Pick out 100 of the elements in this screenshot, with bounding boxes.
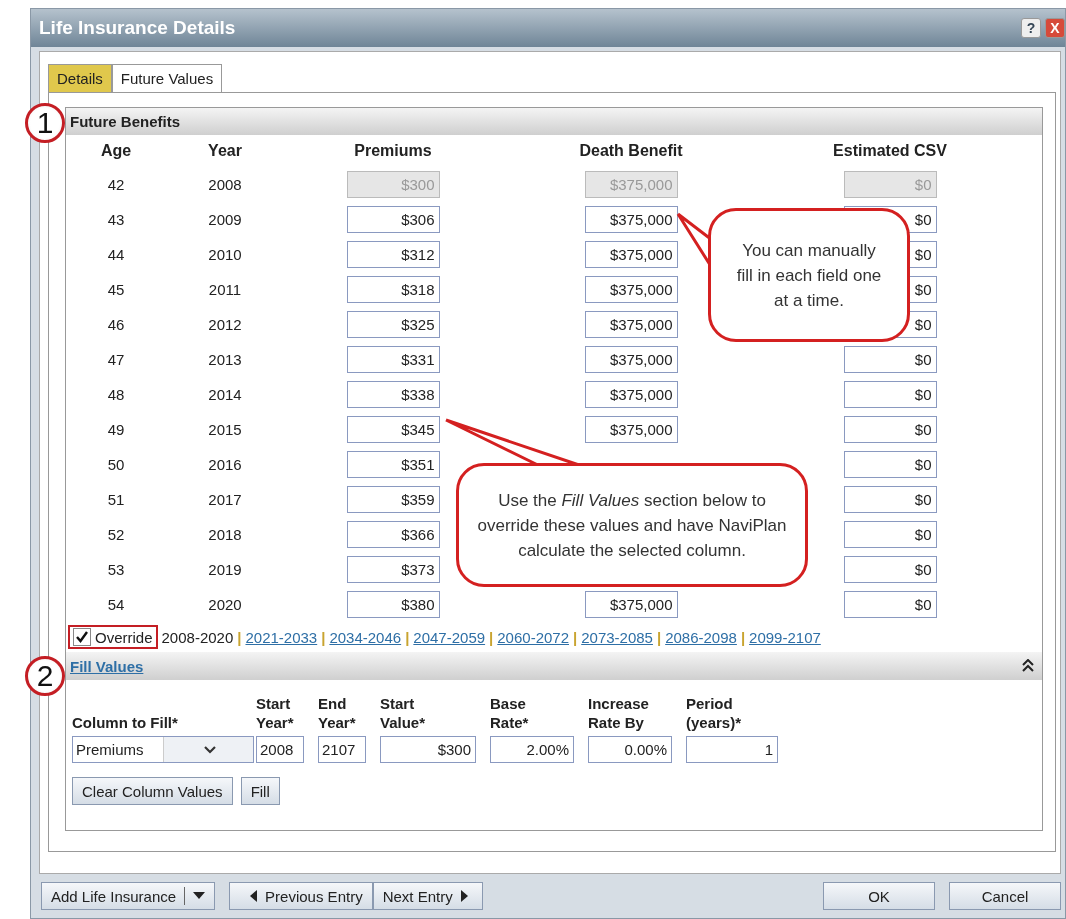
table-cell-text: 43 xyxy=(106,211,126,228)
fill-values-link[interactable]: Fill Values xyxy=(70,657,144,675)
separator: | xyxy=(656,628,662,646)
field-label: Column to Fill* xyxy=(72,713,179,732)
table-cell-text: 42 xyxy=(106,176,126,193)
tab[interactable]: Future Values xyxy=(111,64,223,92)
death-benefit-field[interactable]: $375,000 xyxy=(584,346,678,373)
year-range-link[interactable]: 2008-2020 xyxy=(161,628,234,646)
table-cell-text: 48 xyxy=(106,386,126,403)
close-button[interactable]: X xyxy=(1045,18,1065,38)
input-field[interactable]: 2008 xyxy=(256,736,304,763)
check-icon xyxy=(75,630,89,644)
year-range-link[interactable]: 2073-2085 xyxy=(581,628,653,646)
field-label: Start Value* xyxy=(380,694,427,732)
premium-field[interactable]: $306 xyxy=(346,206,440,233)
input-field[interactable]: 2.00% xyxy=(490,736,574,763)
year-range-link[interactable]: 2034-2046 xyxy=(329,628,402,646)
table-cell-text: 2019 xyxy=(207,561,243,578)
column-header: Age xyxy=(99,142,133,160)
death-benefit-field[interactable]: $375,000 xyxy=(584,381,678,408)
premium-field[interactable]: $359 xyxy=(346,486,440,513)
add-button[interactable]: Add Life Insurance xyxy=(41,882,216,910)
table-cell-text: 2017 xyxy=(207,491,243,508)
premium-field[interactable]: $351 xyxy=(346,451,440,478)
separator: | xyxy=(321,628,326,646)
death-benefit-field[interactable]: $375,000 xyxy=(584,591,678,618)
field-label: Increase Rate By xyxy=(588,694,650,732)
table-cell-text: 2011 xyxy=(207,281,243,298)
separator: | xyxy=(573,628,578,646)
csv-field[interactable]: $0 xyxy=(843,521,937,548)
table-cell-text: 2012 xyxy=(207,316,243,333)
column-select[interactable]: Premiums xyxy=(72,736,254,763)
table-cell-text: 2020 xyxy=(207,596,243,613)
csv-field[interactable]: $0 xyxy=(843,486,937,513)
help-button[interactable]: ? xyxy=(1021,18,1041,38)
table-cell-text: 2014 xyxy=(207,386,243,403)
input-field[interactable]: 2107 xyxy=(318,736,366,763)
callout-tooltip: You can manually fill in each field one at a time. xyxy=(708,208,910,342)
table-cell-text: 44 xyxy=(106,246,126,263)
premium-field[interactable]: $325 xyxy=(346,311,440,338)
year-range-link[interactable]: 2099-2107 xyxy=(749,628,821,646)
table-cell-text: 45 xyxy=(106,281,126,298)
year-range-link[interactable]: 2047-2059 xyxy=(413,628,486,646)
cancel-button[interactable]: Cancel xyxy=(949,882,1061,910)
override-label: Override xyxy=(95,628,153,646)
separator: | xyxy=(237,628,242,646)
table-cell-text: 52 xyxy=(106,526,126,543)
table-cell-text: 49 xyxy=(106,421,126,438)
input-field[interactable]: 0.00% xyxy=(588,736,672,763)
premium-field[interactable]: $366 xyxy=(346,521,440,548)
action-button[interactable]: Clear Column Values xyxy=(72,777,233,805)
ok-button[interactable]: OK xyxy=(823,882,935,910)
next-button[interactable]: Next Entry xyxy=(372,882,483,910)
table-cell-text: 53 xyxy=(106,561,126,578)
death-benefit-field[interactable]: $375,000 xyxy=(584,241,678,268)
csv-field[interactable]: $0 xyxy=(843,381,937,408)
year-range-link[interactable]: 2086-2098 xyxy=(665,628,737,646)
table-cell-text: 2016 xyxy=(207,456,243,473)
table-cell-text: 2008 xyxy=(207,176,243,193)
premium-field[interactable]: $318 xyxy=(346,276,440,303)
action-button[interactable]: Fill xyxy=(240,777,280,805)
csv-field[interactable]: $0 xyxy=(843,556,937,583)
year-range-link[interactable]: 2021-2033 xyxy=(245,628,318,646)
premium-field[interactable]: $380 xyxy=(346,591,440,618)
csv-field[interactable]: $0 xyxy=(843,416,937,443)
csv-field[interactable]: $0 xyxy=(843,346,937,373)
chevron-down-icon xyxy=(203,745,216,754)
premium-field[interactable]: $312 xyxy=(346,241,440,268)
field-label: Start Year* xyxy=(256,694,295,732)
tab[interactable]: Details xyxy=(48,64,112,92)
death-benefit-field[interactable]: $375,000 xyxy=(584,416,678,443)
premium-field[interactable]: $373 xyxy=(346,556,440,583)
input-field[interactable]: 1 xyxy=(686,736,778,763)
separator: | xyxy=(740,628,746,646)
death-benefit-field[interactable]: $375,000 xyxy=(584,206,678,233)
premium-field[interactable]: $338 xyxy=(346,381,440,408)
table-cell-text: 46 xyxy=(106,316,126,333)
override-checkbox[interactable] xyxy=(73,628,91,646)
table-cell-text: 2013 xyxy=(207,351,243,368)
column-header: Year xyxy=(207,142,243,160)
csv-field[interactable]: $0 xyxy=(843,451,937,478)
table-cell-text: 50 xyxy=(106,456,126,473)
premium-field[interactable]: $345 xyxy=(346,416,440,443)
section-title: Future Benefits xyxy=(66,108,1042,135)
window-title: Life Insurance Details xyxy=(39,17,237,39)
column-header: Estimated CSV xyxy=(832,142,948,160)
death-benefit-field[interactable]: $375,000 xyxy=(584,311,678,338)
csv-field[interactable]: $0 xyxy=(843,591,937,618)
left-triangle-icon xyxy=(250,890,258,902)
double-chevron-up-icon[interactable] xyxy=(1022,659,1034,673)
premium-field[interactable]: $331 xyxy=(346,346,440,373)
year-range-link[interactable]: 2060-2072 xyxy=(497,628,569,646)
separator: | xyxy=(405,628,410,646)
previous-button[interactable]: Previous Entry xyxy=(229,882,373,910)
field-label: End Year* xyxy=(318,694,357,732)
column-header: Death Benefit xyxy=(578,142,684,160)
death-benefit-field[interactable]: $375,000 xyxy=(584,276,678,303)
input-field[interactable]: $300 xyxy=(380,736,476,763)
callout-tooltip: Use the Fill Values section below to override these values and have NaviPlan calculate the selected column. xyxy=(456,463,808,587)
table-cell-text: 2010 xyxy=(207,246,243,263)
